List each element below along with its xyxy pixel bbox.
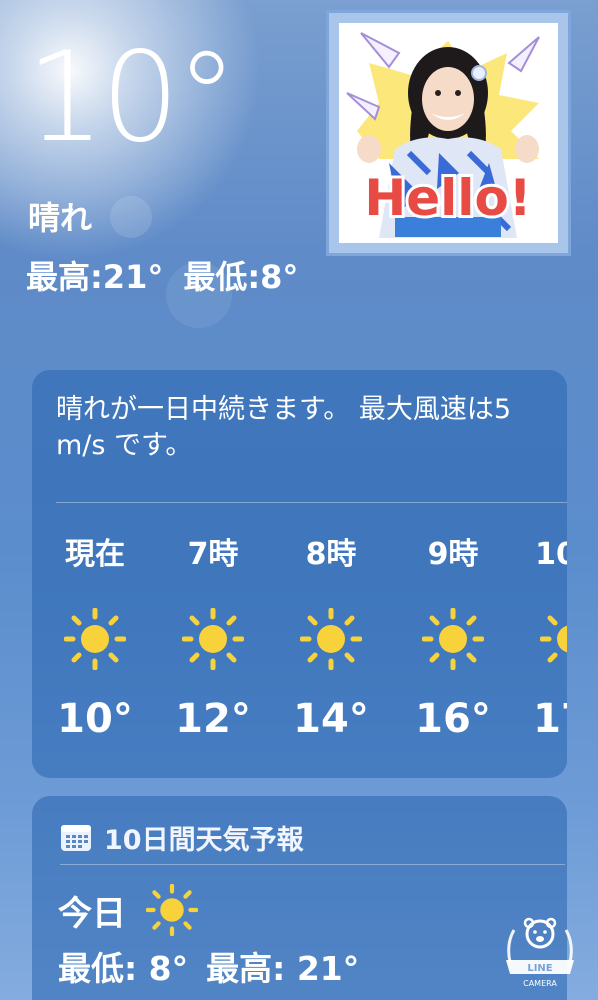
today-low: 最低: 8° (58, 949, 189, 988)
lens-flare (110, 196, 152, 238)
high-temperature: 最高:21° (26, 258, 164, 296)
hour-temperature: 12° (175, 696, 251, 742)
hour-item: 9時 16° (398, 530, 508, 742)
hour-item: 8時 14° (276, 530, 386, 742)
hour-temperature: 10° (57, 696, 133, 742)
forecast-header: 10日間天気予報 (60, 818, 304, 857)
sun-icon (182, 608, 244, 670)
hourly-scroll[interactable]: 現在 10° 7時 12° 8時 14° 9時 16° 10 1 (32, 530, 567, 760)
watermark-sub: CAMERA (523, 979, 557, 988)
hour-temperature: 17° (533, 696, 567, 742)
sticker-image: Hello! (339, 23, 558, 243)
today-low-high: 最低: 8° 最高: 21° (58, 942, 377, 990)
sun-icon (300, 608, 362, 670)
divider (56, 502, 567, 503)
sticker-illustration: Hello! (346, 32, 540, 238)
hour-item: 現在 10° (40, 530, 150, 742)
divider (60, 864, 565, 865)
hour-item: 10時 17° (516, 530, 567, 742)
forecast-summary: 晴れが一日中続きます。 最大風速は5 m/s です。 (56, 394, 512, 461)
watermark-brand: LINE (527, 963, 552, 974)
sticker-text: Hello! (364, 169, 531, 227)
ten-day-forecast-card[interactable]: 10日間天気予報 今日 最低: 8° 最高: 21° (32, 796, 567, 1000)
today-high: 最高: 21° (206, 949, 360, 988)
current-temperature: 10° (26, 26, 238, 170)
forecast-title: 10日間天気予報 (104, 825, 304, 856)
high-low-summary: 最高:21° 最低:8° (26, 252, 318, 302)
forecast-row-today[interactable]: 今日 (58, 884, 198, 936)
low-temperature: 最低:8° (183, 258, 299, 296)
hour-label: 現在 (65, 537, 125, 572)
hour-label: 10時 (535, 537, 567, 572)
hour-label: 9時 (427, 537, 479, 572)
line-camera-watermark: LINE CAMERA (506, 917, 574, 988)
hour-label: 8時 (305, 537, 357, 572)
hello-sticker[interactable]: Hello! (326, 10, 571, 256)
hour-temperature: 14° (293, 696, 369, 742)
sun-icon (64, 608, 126, 670)
calendar-icon (61, 824, 91, 851)
current-condition: 晴れ (28, 199, 93, 237)
sun-icon (422, 608, 484, 670)
sun-icon (146, 884, 198, 936)
sun-icon (540, 615, 567, 663)
hour-label: 7時 (187, 537, 239, 572)
hour-item: 7時 12° (158, 530, 268, 742)
hour-temperature: 16° (415, 696, 491, 742)
day-label: 今日 (58, 893, 126, 934)
hourly-forecast-card[interactable]: 晴れが一日中続きます。 最大風速は5 m/s です。 現在 10° 7時 12°… (32, 370, 567, 778)
